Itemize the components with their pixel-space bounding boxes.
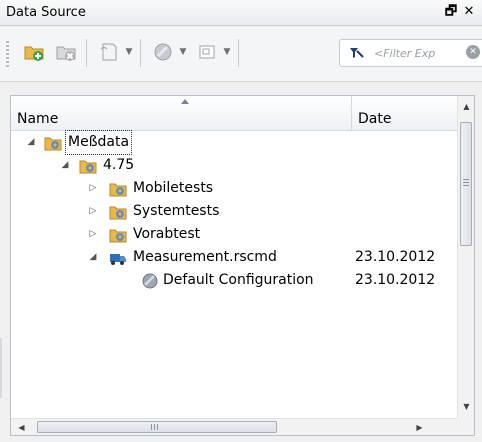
float-window-button[interactable]: 🗗 [444, 4, 458, 20]
folder-add-icon [24, 46, 44, 61]
folder-gear-icon [109, 226, 127, 244]
tree-row-mobiletests[interactable]: ▷ Mobiletests [11, 177, 458, 200]
tree-row-label: Default Configuration [163, 272, 314, 288]
filter-expression-field[interactable]: ✕ [339, 39, 482, 67]
tree-row-label: 4.75 [103, 157, 135, 173]
column-header-name[interactable]: Name [11, 96, 352, 130]
panel-title: Data Source [6, 5, 86, 20]
horizontal-scroll-thumb[interactable] [37, 421, 277, 433]
expanded-triangle-icon[interactable]: ◢ [25, 131, 37, 154]
tree-row-label: Systemtests [133, 203, 220, 219]
tree-row-date: 23.10.2012 [355, 272, 436, 288]
folder-gear-icon [44, 134, 62, 152]
tree-row-label: Measurement.rscmd [133, 249, 277, 265]
view-button[interactable] [194, 39, 220, 65]
toolbar-grip[interactable] [6, 41, 9, 69]
data-source-tree: Name Date ◢ Meßdata ◢ 4.75 ▷ Mobiletests… [10, 95, 475, 436]
vertical-scroll-thumb[interactable] [460, 122, 472, 246]
horizontal-scrollbar[interactable]: ◀ ▶ [11, 418, 458, 435]
scroll-up-arrow-icon[interactable]: ▲ [458, 98, 475, 115]
expanded-triangle-icon[interactable]: ◢ [87, 246, 99, 269]
column-date-label: Date [358, 111, 392, 127]
scroll-right-arrow-icon[interactable]: ▶ [411, 419, 428, 436]
tree-row-systemtests[interactable]: ▷ Systemtests [11, 200, 458, 223]
toolbar-separator [140, 39, 141, 67]
script-button[interactable] [96, 39, 122, 65]
config-button[interactable] [150, 39, 176, 65]
collapsed-triangle-icon[interactable]: ▷ [87, 200, 99, 223]
tree-row-date: 23.10.2012 [355, 249, 436, 265]
toolbar-separator [86, 39, 87, 67]
sort-ascending-icon [181, 99, 189, 104]
column-header: Name Date [11, 96, 458, 131]
folder-gear-icon [109, 203, 127, 221]
close-panel-button[interactable]: ✕ [462, 4, 476, 20]
vertical-scrollbar[interactable]: ▲ ▼ [457, 96, 474, 420]
splitter-edge [0, 338, 2, 398]
tree-row-4-75[interactable]: ◢ 4.75 [11, 154, 458, 177]
folder-gear-icon [79, 157, 97, 175]
expanded-triangle-icon[interactable]: ◢ [59, 154, 71, 177]
chevron-down-icon[interactable]: ▼ [124, 47, 134, 57]
tree-rows: ◢ Meßdata ◢ 4.75 ▷ Mobiletests ▷ Systemt… [11, 130, 458, 292]
scroll-grip [151, 424, 158, 430]
tree-row-vorabtest[interactable]: ▷ Vorabtest [11, 223, 458, 246]
tree-row-default-configuration[interactable]: Default Configuration 23.10.2012 [11, 269, 458, 292]
tree-row-label: Vorabtest [133, 226, 201, 242]
chevron-down-icon[interactable]: ▼ [178, 47, 188, 57]
remove-source-button[interactable] [53, 39, 79, 65]
toolbar-separator [238, 39, 239, 67]
tree-row-label: Mobiletests [133, 180, 214, 196]
clear-filter-icon[interactable]: ✕ [466, 45, 480, 59]
collapsed-triangle-icon[interactable]: ▷ [87, 223, 99, 246]
scrollbar-corner [457, 418, 474, 435]
tree-row-messdata[interactable]: ◢ Meßdata [11, 130, 458, 155]
truck-icon [109, 249, 127, 267]
add-source-button[interactable] [21, 39, 47, 65]
disc-icon [141, 272, 159, 290]
document-icon [100, 43, 117, 61]
chevron-down-icon[interactable]: ▼ [222, 47, 232, 57]
toolbar: ▼ ▼ ▼ ✕ [0, 27, 482, 82]
tree-row-label: Meßdata [64, 130, 133, 155]
folder-gear-icon [109, 180, 127, 198]
column-header-date[interactable]: Date [352, 96, 458, 130]
scroll-down-arrow-icon[interactable]: ▼ [458, 398, 475, 415]
disc-icon [154, 43, 172, 61]
folder-remove-icon [56, 46, 76, 61]
tree-row-measurement[interactable]: ◢ Measurement.rscmd 23.10.2012 [11, 246, 458, 269]
filter-icon [350, 48, 364, 58]
collapsed-triangle-icon[interactable]: ▷ [87, 177, 99, 200]
window-icon [199, 45, 215, 59]
scroll-grip [463, 179, 469, 186]
panel-titlebar: Data Source 🗗 ✕ [0, 0, 482, 26]
column-name-label: Name [17, 111, 59, 127]
scroll-left-arrow-icon[interactable]: ◀ [13, 419, 30, 436]
